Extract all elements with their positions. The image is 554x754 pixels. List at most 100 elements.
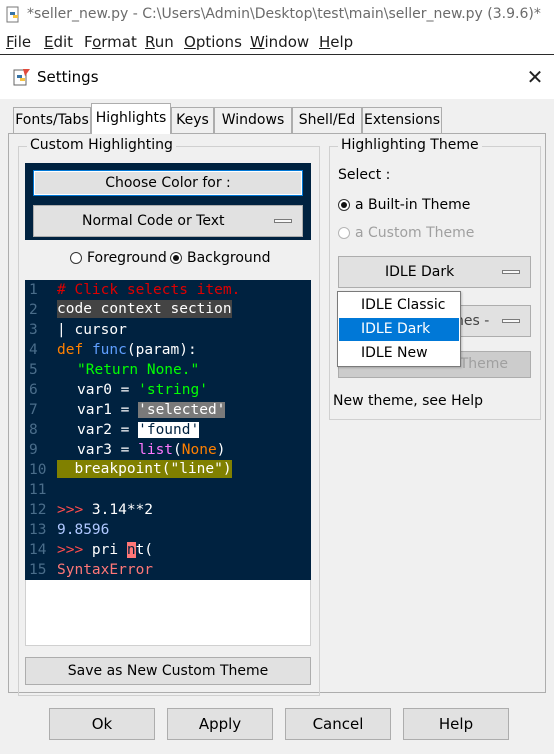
var3-line: var3 = list(None) [77, 442, 225, 458]
tab-shell-ed[interactable]: Shell/Ed [292, 107, 362, 133]
paren-open: ( [173, 442, 182, 458]
close-icon[interactable]: ✕ [520, 63, 550, 91]
element-select-combo[interactable]: Normal Code or Text [33, 205, 303, 237]
keyword-sample[interactable]: def [57, 342, 83, 358]
editor-title-bar: *seller_new.py - C:\Users\Admin\Desktop\… [0, 0, 554, 30]
apply-button[interactable]: Apply [167, 708, 273, 740]
custom-theme-label: a Custom Theme [355, 225, 475, 241]
cancel-button[interactable]: Cancel [285, 708, 391, 740]
var1-text: var1 = [77, 402, 139, 418]
shell-input-text: 3.14**2 [91, 502, 154, 518]
element-select-value: Normal Code or Text [82, 213, 225, 229]
custom-highlighting-label: Custom Highlighting [27, 137, 176, 153]
tab-windows[interactable]: Windows [214, 107, 292, 133]
line-number: 7 [29, 402, 38, 418]
var2-text: var2 = [77, 422, 139, 438]
stderr-sample[interactable]: SyntaxError [57, 562, 153, 578]
settings-title: Settings [37, 68, 99, 86]
line-number: 15 [29, 562, 47, 578]
menu-edit[interactable]: Edit [44, 33, 73, 51]
menu-run[interactable]: Run [145, 33, 174, 51]
select-label: Select : [338, 167, 391, 183]
line-number: 8 [29, 422, 38, 438]
menu-file[interactable]: File [6, 33, 31, 51]
editor-window-title: *seller_new.py - C:\Users\Admin\Desktop\… [27, 6, 541, 22]
builtin-theme-combo[interactable]: IDLE Dark [338, 256, 531, 288]
docstring-sample[interactable]: "Return None." [77, 362, 199, 378]
idle-feather-icon [13, 69, 30, 86]
definition-sample[interactable]: func [92, 342, 127, 358]
builtin-sample[interactable]: list [138, 442, 173, 458]
choose-color-button[interactable]: Choose Color for : [33, 170, 303, 196]
shell-prompt-sample-2[interactable]: >>> [57, 542, 92, 558]
menu-options[interactable]: Options [184, 33, 242, 51]
prompt-line-2: >>> pri nt( [57, 542, 153, 558]
none-keyword-sample[interactable]: None [182, 442, 217, 458]
builtin-theme-value: IDLE Dark [385, 264, 455, 280]
builtin-theme-label: a Built-in Theme [355, 197, 471, 213]
def-line: def func(param): [57, 342, 197, 358]
save-custom-theme-button[interactable]: Save as New Custom Theme [25, 657, 311, 685]
background-label: Background [187, 250, 271, 266]
tab-highlights[interactable]: Highlights [91, 103, 171, 134]
selected-sample[interactable]: 'selected' [138, 402, 226, 418]
tab-extensions[interactable]: Extensions [362, 107, 442, 133]
var2-line: var2 = 'found' [77, 422, 200, 438]
foreground-label: Foreground [87, 250, 167, 266]
shell-prompt-sample[interactable]: >>> [57, 502, 92, 518]
line-number: 4 [29, 342, 38, 358]
builtin-theme-radio[interactable] [338, 199, 350, 211]
settings-title-bar: Settings ✕ [0, 55, 554, 99]
theme-option-idle-dark[interactable]: IDLE Dark [339, 318, 459, 341]
tab-keys[interactable]: Keys [171, 107, 214, 133]
shell-input-rest: t( [135, 542, 154, 558]
sample-text-padding [25, 580, 311, 646]
line-number: 1 [29, 282, 38, 298]
menu-window[interactable]: Window [250, 33, 309, 51]
foreground-radio[interactable] [70, 252, 82, 264]
found-sample[interactable]: 'found' [138, 422, 200, 438]
string-sample[interactable]: 'string' [138, 382, 208, 398]
var3-text: var3 = [77, 442, 139, 458]
help-button[interactable]: Help [403, 708, 509, 740]
stdout-sample[interactable]: 9.8596 [57, 522, 109, 538]
line-number: 2 [29, 302, 38, 318]
cursor-sample[interactable]: | cursor [57, 322, 127, 338]
breakpoint-sample[interactable]: breakpoint("line") [57, 460, 232, 478]
combo-arrow-icon [274, 219, 292, 223]
highlight-sample-text[interactable]: 1 2 3 4 5 6 7 8 9 10 11 12 13 14 15 # Cl… [25, 280, 311, 580]
var0-text: var0 = [77, 382, 139, 398]
menubar: File Edit Format Run Options Window Help [0, 30, 554, 54]
line-number: 6 [29, 382, 38, 398]
background-radio[interactable] [170, 252, 182, 264]
line-number: 10 [29, 462, 47, 478]
var0-line: var0 = 'string' [77, 382, 208, 398]
shell-input-text-2: pri [91, 542, 127, 558]
line-number: 14 [29, 542, 47, 558]
var1-line: var1 = 'selected' [77, 402, 226, 418]
error-sample[interactable]: n [126, 542, 136, 558]
menu-help[interactable]: Help [319, 33, 353, 51]
combo-arrow-icon [502, 270, 520, 274]
line-number: 12 [29, 502, 47, 518]
normal-text-sample[interactable]: (param): [127, 342, 197, 358]
code-context-sample[interactable]: code context section [57, 300, 232, 318]
tab-fonts-tabs[interactable]: Fonts/Tabs [13, 107, 91, 133]
theme-option-idle-new[interactable]: IDLE New [339, 342, 459, 365]
new-theme-note: New theme, see Help [333, 393, 484, 409]
prompt-line-1: >>> 3.14**2 [57, 502, 153, 518]
paren-close: ) [216, 442, 226, 458]
ok-button[interactable]: Ok [49, 708, 155, 740]
highlighting-theme-label: Highlighting Theme [338, 137, 482, 153]
line-number: 9 [29, 442, 38, 458]
python-file-icon [6, 6, 19, 23]
line-number: 3 [29, 322, 38, 338]
line-number: 5 [29, 362, 38, 378]
menu-format[interactable]: Format [84, 33, 137, 51]
combo-arrow-icon [502, 319, 520, 323]
comment-sample[interactable]: # Click selects item. [57, 282, 240, 298]
line-number: 11 [29, 482, 47, 498]
theme-option-idle-classic[interactable]: IDLE Classic [339, 294, 459, 317]
custom-theme-radio[interactable] [338, 227, 350, 239]
line-number: 13 [29, 522, 47, 538]
